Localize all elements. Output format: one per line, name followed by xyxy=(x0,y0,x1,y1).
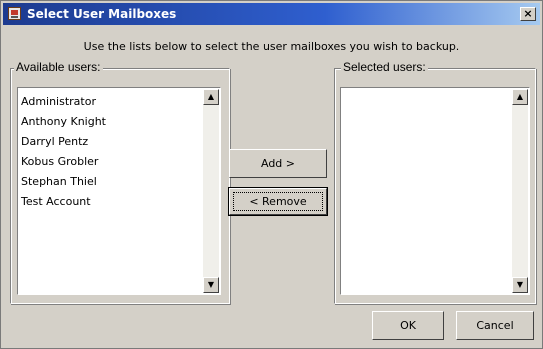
close-icon[interactable]: × xyxy=(520,7,536,21)
selected-users-scrollbar[interactable]: ▲ ▼ xyxy=(512,89,528,293)
instruction-text: Use the lists below to select the user m… xyxy=(83,40,460,53)
available-users-list[interactable]: Administrator Anthony Knight Darryl Pentz K… xyxy=(17,87,221,295)
remove-button-label: < Remove xyxy=(249,195,307,208)
ok-button[interactable]: OK xyxy=(372,311,444,340)
add-button[interactable]: Add > xyxy=(229,149,327,178)
list-item[interactable]: Darryl Pentz xyxy=(21,132,220,152)
window-title: Select User Mailboxes xyxy=(27,7,177,21)
available-users-scrollbar[interactable]: ▲ ▼ xyxy=(203,89,219,293)
scroll-down-arrow-icon[interactable]: ▼ xyxy=(203,277,219,293)
list-item[interactable]: Test Account xyxy=(21,192,220,212)
mailbox-app-icon xyxy=(8,7,21,20)
selected-users-list[interactable]: ▲ ▼ xyxy=(340,87,530,295)
select-user-mailboxes-dialog: Select User Mailboxes × Use the lists be… xyxy=(0,0,543,349)
list-item[interactable]: Administrator xyxy=(21,92,220,112)
list-item[interactable]: Stephan Thiel xyxy=(21,172,220,192)
remove-button[interactable]: < Remove xyxy=(228,187,328,216)
available-users-label: Available users: xyxy=(14,60,103,74)
title-bar[interactable]: Select User Mailboxes × xyxy=(3,3,540,25)
list-item[interactable]: Kobus Grobler xyxy=(21,152,220,172)
list-item[interactable]: Anthony Knight xyxy=(21,112,220,132)
selected-users-label: Selected users: xyxy=(341,60,428,74)
scroll-up-arrow-icon[interactable]: ▲ xyxy=(203,89,219,105)
cancel-button[interactable]: Cancel xyxy=(456,311,534,340)
scroll-up-arrow-icon[interactable]: ▲ xyxy=(512,89,528,105)
scroll-down-arrow-icon[interactable]: ▼ xyxy=(512,277,528,293)
